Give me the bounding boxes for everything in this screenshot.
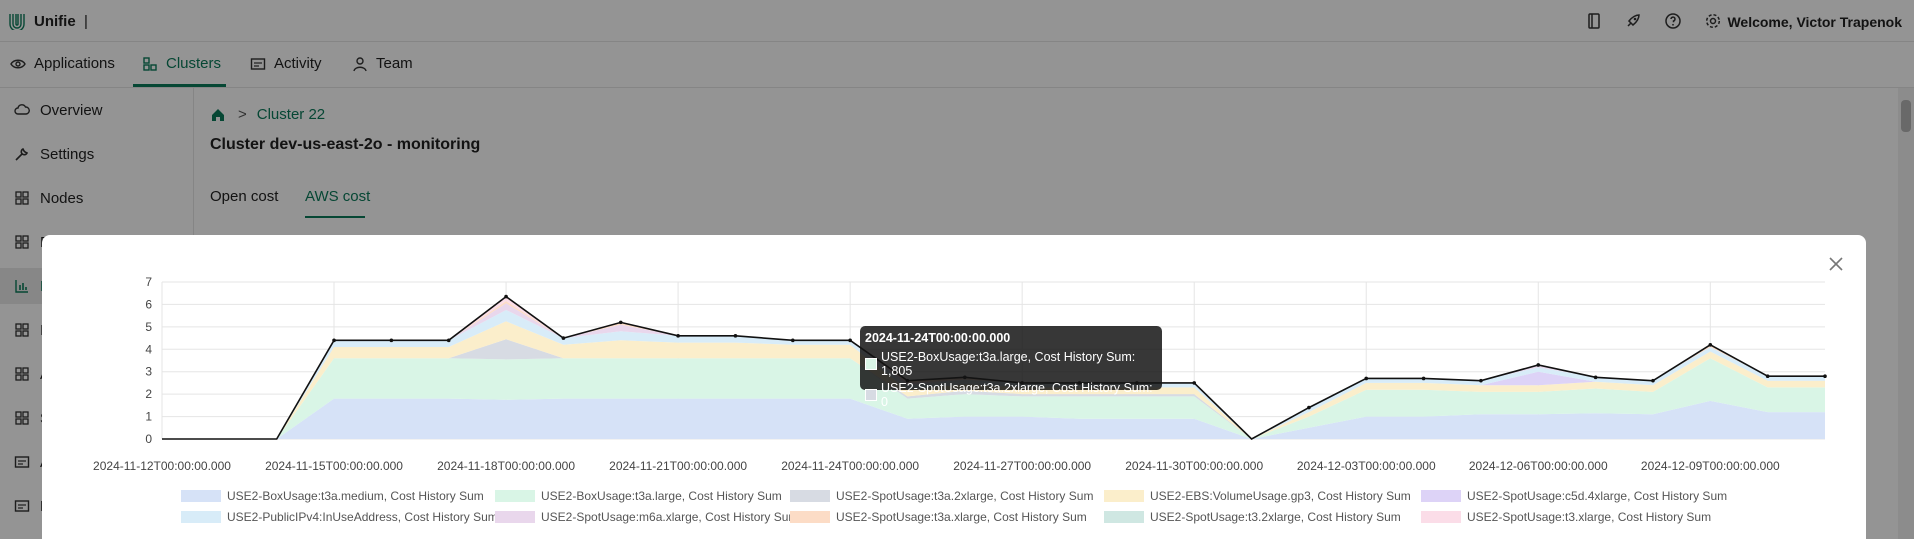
chart-tooltip: 2024-11-24T00:00:00.000 USE2-BoxUsage:t3… (860, 326, 1162, 409)
tooltip-row: USE2-SpotUsage:t3a.2xlarge, Cost History… (865, 381, 1157, 409)
tooltip-row-text: USE2-BoxUsage:t3a.large, Cost History Su… (881, 350, 1136, 378)
tooltip-row-text: USE2-SpotUsage:t3a.2xlarge, Cost History… (881, 381, 1153, 409)
close-icon[interactable] (1826, 254, 1846, 274)
tooltip-row: USE2-BoxUsage:t3a.large, Cost History Su… (865, 350, 1157, 378)
tooltip-swatch (865, 389, 877, 401)
tooltip-swatch (865, 358, 877, 370)
tooltip-title: 2024-11-24T00:00:00.000 (865, 331, 1011, 345)
